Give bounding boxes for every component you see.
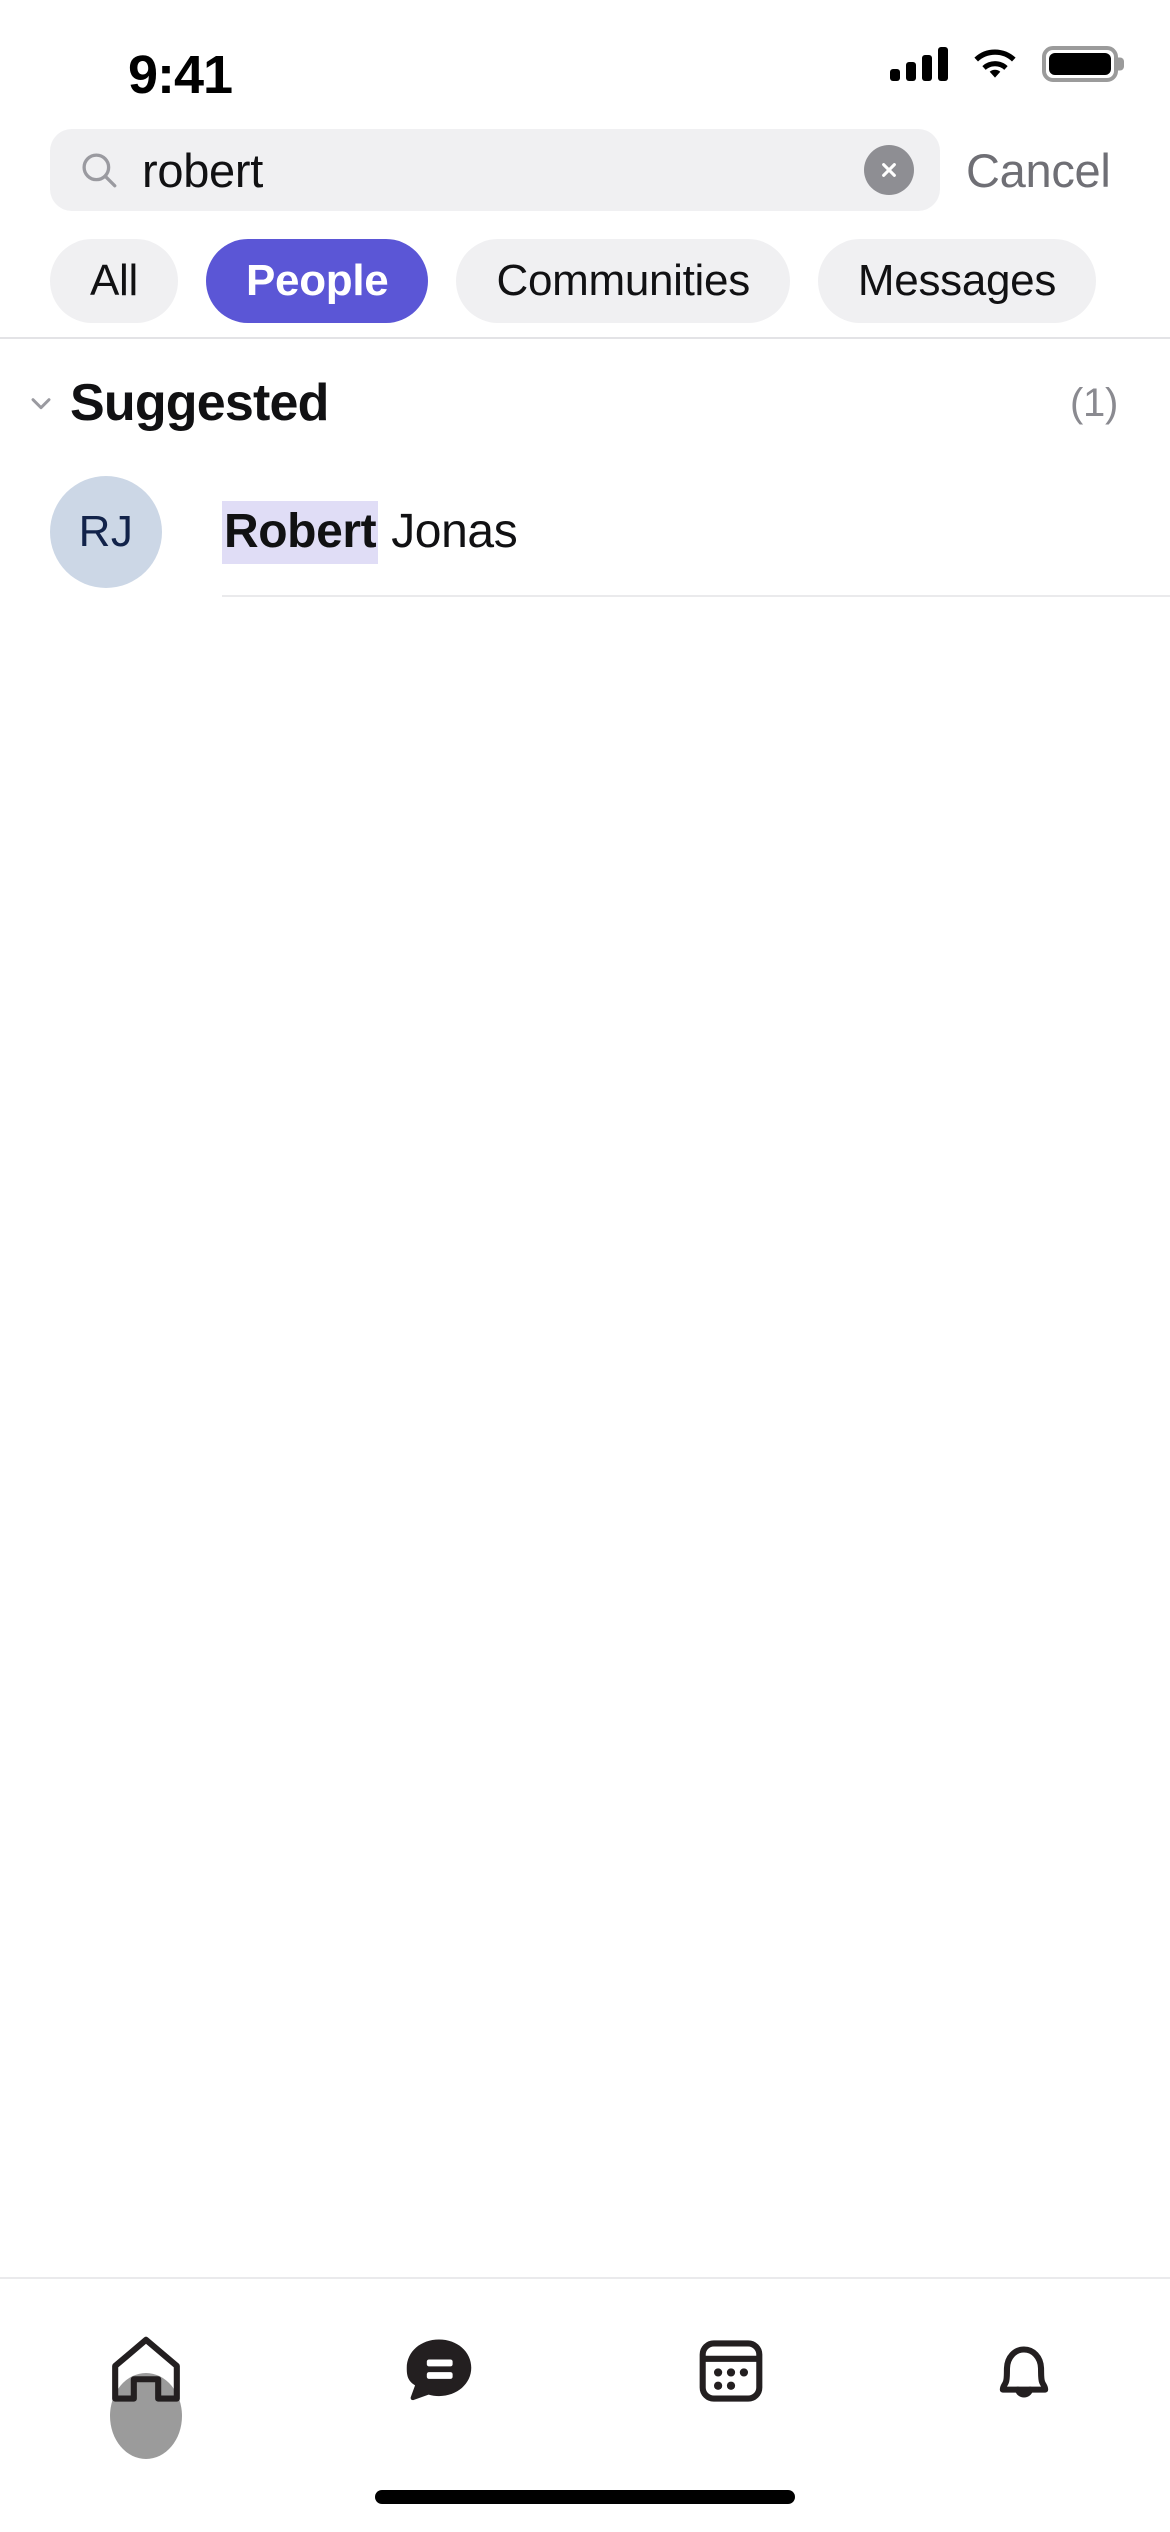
wifi-icon xyxy=(972,47,1018,81)
clear-circle-icon[interactable] xyxy=(864,145,914,195)
section-count: (1) xyxy=(1070,380,1118,425)
status-icons xyxy=(890,46,1118,82)
cancel-button[interactable]: Cancel xyxy=(966,143,1133,198)
filter-chip-messages[interactable]: Messages xyxy=(817,239,1097,323)
home-indicator[interactable] xyxy=(375,2490,795,2504)
battery-full-icon xyxy=(1042,46,1118,82)
filter-chips: All People Communities Messages xyxy=(0,225,1170,337)
tab-notifications[interactable] xyxy=(878,2311,1170,2431)
section-header-suggested[interactable]: Suggested (1) xyxy=(0,339,1170,467)
avatar: RJ xyxy=(50,476,162,588)
home-icon xyxy=(103,2328,189,2414)
list-item-content: Robert Jonas xyxy=(222,467,1170,597)
search-input[interactable]: robert xyxy=(50,129,940,211)
filter-chip-communities[interactable]: Communities xyxy=(456,239,790,323)
search-bar: robert Cancel xyxy=(0,115,1170,225)
section-title: Suggested xyxy=(70,374,329,432)
cellular-signal-icon xyxy=(890,47,948,81)
status-time: 9:41 xyxy=(128,45,233,105)
chevron-down-icon[interactable] xyxy=(18,380,64,426)
filter-chip-all[interactable]: All xyxy=(50,239,178,323)
person-name: Robert Jonas xyxy=(222,500,518,564)
phone-screen: 9:41 robert Cancel All People Communitie… xyxy=(0,0,1170,2532)
empty-space xyxy=(0,597,1170,2277)
tab-home[interactable] xyxy=(0,2311,293,2459)
search-input-value[interactable]: robert xyxy=(142,143,842,198)
tab-bar-items xyxy=(0,2279,1170,2462)
bottom-tab-bar xyxy=(0,2277,1170,2532)
chat-bubble-icon xyxy=(396,2328,482,2414)
bell-icon xyxy=(981,2328,1067,2414)
tab-calendar[interactable] xyxy=(585,2311,878,2431)
results-list: Suggested (1) RJ Robert Jonas xyxy=(0,339,1170,2277)
home-indicator-area xyxy=(0,2462,1170,2532)
list-item[interactable]: RJ Robert Jonas xyxy=(0,467,1170,597)
calendar-icon xyxy=(688,2328,774,2414)
search-icon xyxy=(78,149,120,191)
tab-chat[interactable] xyxy=(293,2311,586,2431)
status-bar: 9:41 xyxy=(0,0,1170,115)
person-name-rest: Jonas xyxy=(378,504,518,558)
person-name-match: Robert xyxy=(222,500,379,564)
filter-chip-people[interactable]: People xyxy=(206,239,429,323)
